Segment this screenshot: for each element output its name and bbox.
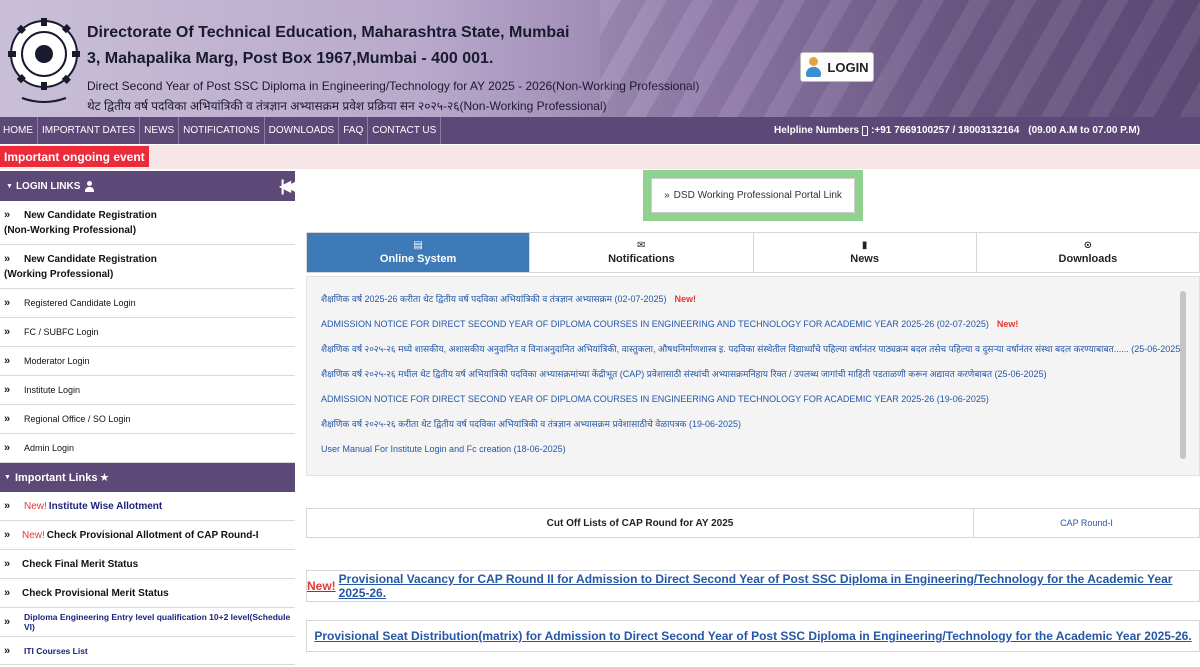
caret-down-icon: ▼	[4, 474, 11, 481]
double-chevron-icon: »	[4, 326, 11, 338]
main-nav: HOME IMPORTANT DATES NEWS NOTIFICATIONS …	[0, 117, 1200, 144]
header-address: 3, Mahapalika Marg, Post Box 1967,Mumbai…	[87, 50, 494, 67]
nav-notifications[interactable]: NOTIFICATIONS	[179, 117, 265, 144]
header-subtitle-mr: थेट द्वितीय वर्ष पदविका अभियांत्रिकी व त…	[87, 99, 607, 113]
notice-item[interactable]: ADMISSION NOTICE FOR DIRECT SECOND YEAR …	[307, 393, 1199, 418]
nav-faq[interactable]: FAQ	[339, 117, 369, 144]
nav-news[interactable]: NEWS	[140, 117, 180, 144]
header-subtitle-en: Direct Second Year of Post SSC Diploma i…	[87, 79, 700, 93]
nav-important-dates[interactable]: IMPORTANT DATES	[38, 117, 141, 144]
helpline-hours: (09.00 A.M to 07.00 P.M)	[1028, 125, 1140, 136]
login-links-heading: ▼ LOGIN LINKS |◀◀	[0, 171, 297, 201]
important-link-entry-qualification[interactable]: » Diploma Engineering Entry level qualif…	[0, 608, 295, 637]
ongoing-event-bar: Important ongoing event	[0, 145, 1200, 169]
sidebar-fc-subfc-login[interactable]: » FC / SUBFC Login	[0, 318, 295, 347]
dsd-portal-box: » DSD Working Professional Portal Link	[643, 170, 863, 221]
helpline-numbers: :+91 7669100257 / 18003132164	[871, 125, 1020, 136]
sidebar-moderator-login[interactable]: » Moderator Login	[0, 347, 295, 376]
double-chevron-icon: »	[4, 616, 11, 628]
nav-home[interactable]: HOME	[0, 117, 38, 144]
notice-item[interactable]: शैक्षणिक वर्ष 2025-26 करीता थेट द्वितीय …	[307, 293, 1199, 318]
helpline-label: Helpline Numbers	[774, 125, 860, 136]
notice-scrollbar[interactable]	[1180, 291, 1186, 459]
notice-item[interactable]: User Manual For Institute Login and Fc c…	[307, 443, 1199, 468]
important-link-iti-courses[interactable]: » ITI Courses List	[0, 637, 295, 665]
provisional-vacancy-link[interactable]: New! Provisional Vacancy for CAP Round I…	[306, 570, 1200, 602]
double-chevron-icon: »	[4, 558, 11, 570]
info-tabs: ▤ Online System ✉ Notifications ▮ News ⊙…	[306, 232, 1200, 273]
user-login-icon	[805, 57, 823, 77]
sidebar: ▼ LOGIN LINKS |◀◀ » New Candidate Regist…	[0, 171, 297, 665]
important-link-provisional-allotment[interactable]: » New! Check Provisional Allotment of CAP…	[0, 521, 295, 550]
double-chevron-icon: »	[4, 529, 11, 541]
tab-online-system[interactable]: ▤ Online System	[307, 233, 531, 272]
ongoing-event-label: Important ongoing event	[0, 146, 149, 167]
important-link-final-merit[interactable]: » Check Final Merit Status	[0, 550, 295, 579]
nav-downloads[interactable]: DOWNLOADS	[265, 117, 340, 144]
double-chevron-icon: »	[4, 209, 11, 221]
double-chevron-icon: »	[664, 190, 670, 201]
dsd-portal-link[interactable]: » DSD Working Professional Portal Link	[651, 178, 855, 213]
notice-item[interactable]: शैक्षणिक वर्ष २०२५-२६ मध्ये शासकीय, अशास…	[307, 343, 1199, 368]
tab-notifications[interactable]: ✉ Notifications	[530, 233, 754, 272]
tab-downloads[interactable]: ⊙ Downloads	[976, 233, 1199, 272]
envelope-icon: ✉	[637, 240, 646, 251]
double-chevron-icon: »	[4, 587, 11, 599]
sidebar-new-registration-nonworking[interactable]: » New Candidate Registration (Non-Workin…	[0, 201, 295, 245]
site-header: Directorate Of Technical Education, Maha…	[0, 0, 1200, 117]
sidebar-registered-candidate-login[interactable]: » Registered Candidate Login	[0, 289, 295, 318]
cap-round-1-link[interactable]: CAP Round-I	[974, 509, 1199, 537]
phone-icon	[862, 125, 869, 136]
double-chevron-icon: »	[4, 500, 11, 512]
login-button[interactable]: LOGIN	[800, 52, 874, 82]
document-icon: ▮	[861, 240, 868, 251]
dte-logo	[8, 18, 80, 103]
header-title: Directorate Of Technical Education, Maha…	[87, 24, 570, 41]
notice-item[interactable]: ADMISSION NOTICE FOR DIRECT SECOND YEAR …	[307, 318, 1199, 343]
cutoff-label: Cut Off Lists of CAP Round for AY 2025	[307, 509, 974, 537]
sidebar-institute-login[interactable]: » Institute Login	[0, 376, 295, 405]
download-icon: ⊙	[1083, 240, 1093, 251]
tab-news[interactable]: ▮ News	[753, 233, 977, 272]
caret-down-icon: ▼	[6, 182, 13, 190]
important-link-institute-allotment[interactable]: » New! Institute Wise Allotment	[0, 492, 295, 521]
notice-list: शैक्षणिक वर्ष 2025-26 करीता थेट द्वितीय …	[306, 276, 1200, 476]
important-link-provisional-merit[interactable]: » Check Provisional Merit Status	[0, 579, 295, 608]
double-chevron-icon: »	[4, 442, 11, 454]
sidebar-new-registration-working[interactable]: » New Candidate Registration (Working Pr…	[0, 245, 295, 289]
sidebar-admin-login[interactable]: » Admin Login	[0, 434, 295, 463]
double-chevron-icon: »	[4, 413, 11, 425]
double-chevron-icon: »	[4, 644, 11, 657]
login-label: LOGIN	[827, 59, 869, 75]
notice-item[interactable]: शैक्षणिक वर्ष २०२५-२६ करीता थेट द्वितीय …	[307, 418, 1199, 443]
star-icon: ★	[99, 472, 110, 484]
collapse-icon[interactable]: |◀◀	[280, 176, 297, 196]
double-chevron-icon: »	[4, 253, 11, 265]
sidebar-regional-office-login[interactable]: » Regional Office / SO Login	[0, 405, 295, 434]
cutoff-lists-row: Cut Off Lists of CAP Round for AY 2025 C…	[306, 508, 1200, 538]
notice-item[interactable]: शैक्षणिक वर्ष २०२५-२६ मधील थेट द्वितीय व…	[307, 368, 1199, 393]
double-chevron-icon: »	[4, 384, 11, 396]
double-chevron-icon: »	[4, 297, 11, 309]
helpline: Helpline Numbers :+91 7669100257 / 18003…	[774, 117, 1140, 144]
double-chevron-icon: »	[4, 355, 11, 367]
seat-distribution-link[interactable]: Provisional Seat Distribution(matrix) fo…	[306, 620, 1200, 652]
important-links-heading: ▼ Important Links ★	[0, 463, 295, 492]
nav-contact-us[interactable]: CONTACT US	[368, 117, 442, 144]
list-icon: ▤	[413, 240, 423, 251]
user-icon	[85, 180, 95, 192]
